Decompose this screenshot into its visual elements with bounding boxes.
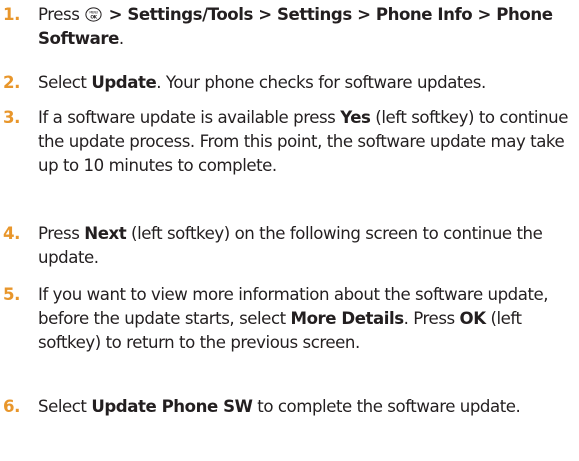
step-6: 6. Select Update Phone SW to complete the… [0,395,579,419]
bold-term: Update [91,73,157,92]
step-2: 2. Select Update. Your phone checks for s… [0,71,579,95]
step-text: Press MENU OK > Settings/Tools > Settings… [38,5,553,48]
step-4: 4. Press Next (left softkey) on the follo… [0,222,579,270]
step-text: If a software update is available press … [38,108,568,175]
bold-term: Update Phone SW [91,397,253,416]
menu-ok-key-icon: MENU OK [85,7,102,22]
step-number: 4. [3,224,20,243]
step-text: Select Update. Your phone checks for sof… [38,73,486,92]
text-run: Press [38,5,85,24]
text-run: to complete the software update. [252,397,521,416]
bold-term: > Settings/Tools > Settings > Phone Info… [38,5,553,48]
text-run: . Press [403,309,460,328]
step-number: 1. [3,5,20,24]
text-run: . [118,29,124,48]
text-run: Press [38,224,85,243]
bold-term: Next [84,224,127,243]
svg-text:MENU: MENU [90,11,99,15]
step-1: 1. Press MENU OK > Settings/Tools > Settin… [0,3,579,51]
step-text: Select Update Phone SW to complete the s… [38,397,521,416]
step-number: 5. [3,285,20,304]
step-text: If you want to view more information abo… [38,285,549,352]
text-run: If a software update is available press [38,108,341,127]
step-number: 6. [3,397,20,416]
text-run: Select [38,73,92,92]
text-run: . Your phone checks for software updates… [156,73,486,92]
svg-text:OK: OK [91,14,98,20]
step-3: 3. If a software update is available pres… [0,106,579,178]
step-number: 2. [3,73,20,92]
step-number: 3. [3,108,20,127]
step-text: Press Next (left softkey) on the followi… [38,224,543,267]
bold-term: OK [459,309,487,328]
text-run: Select [38,397,92,416]
bold-term: Yes [340,108,371,127]
step-5: 5. If you want to view more information a… [0,283,579,355]
bold-term: More Details [290,309,405,328]
